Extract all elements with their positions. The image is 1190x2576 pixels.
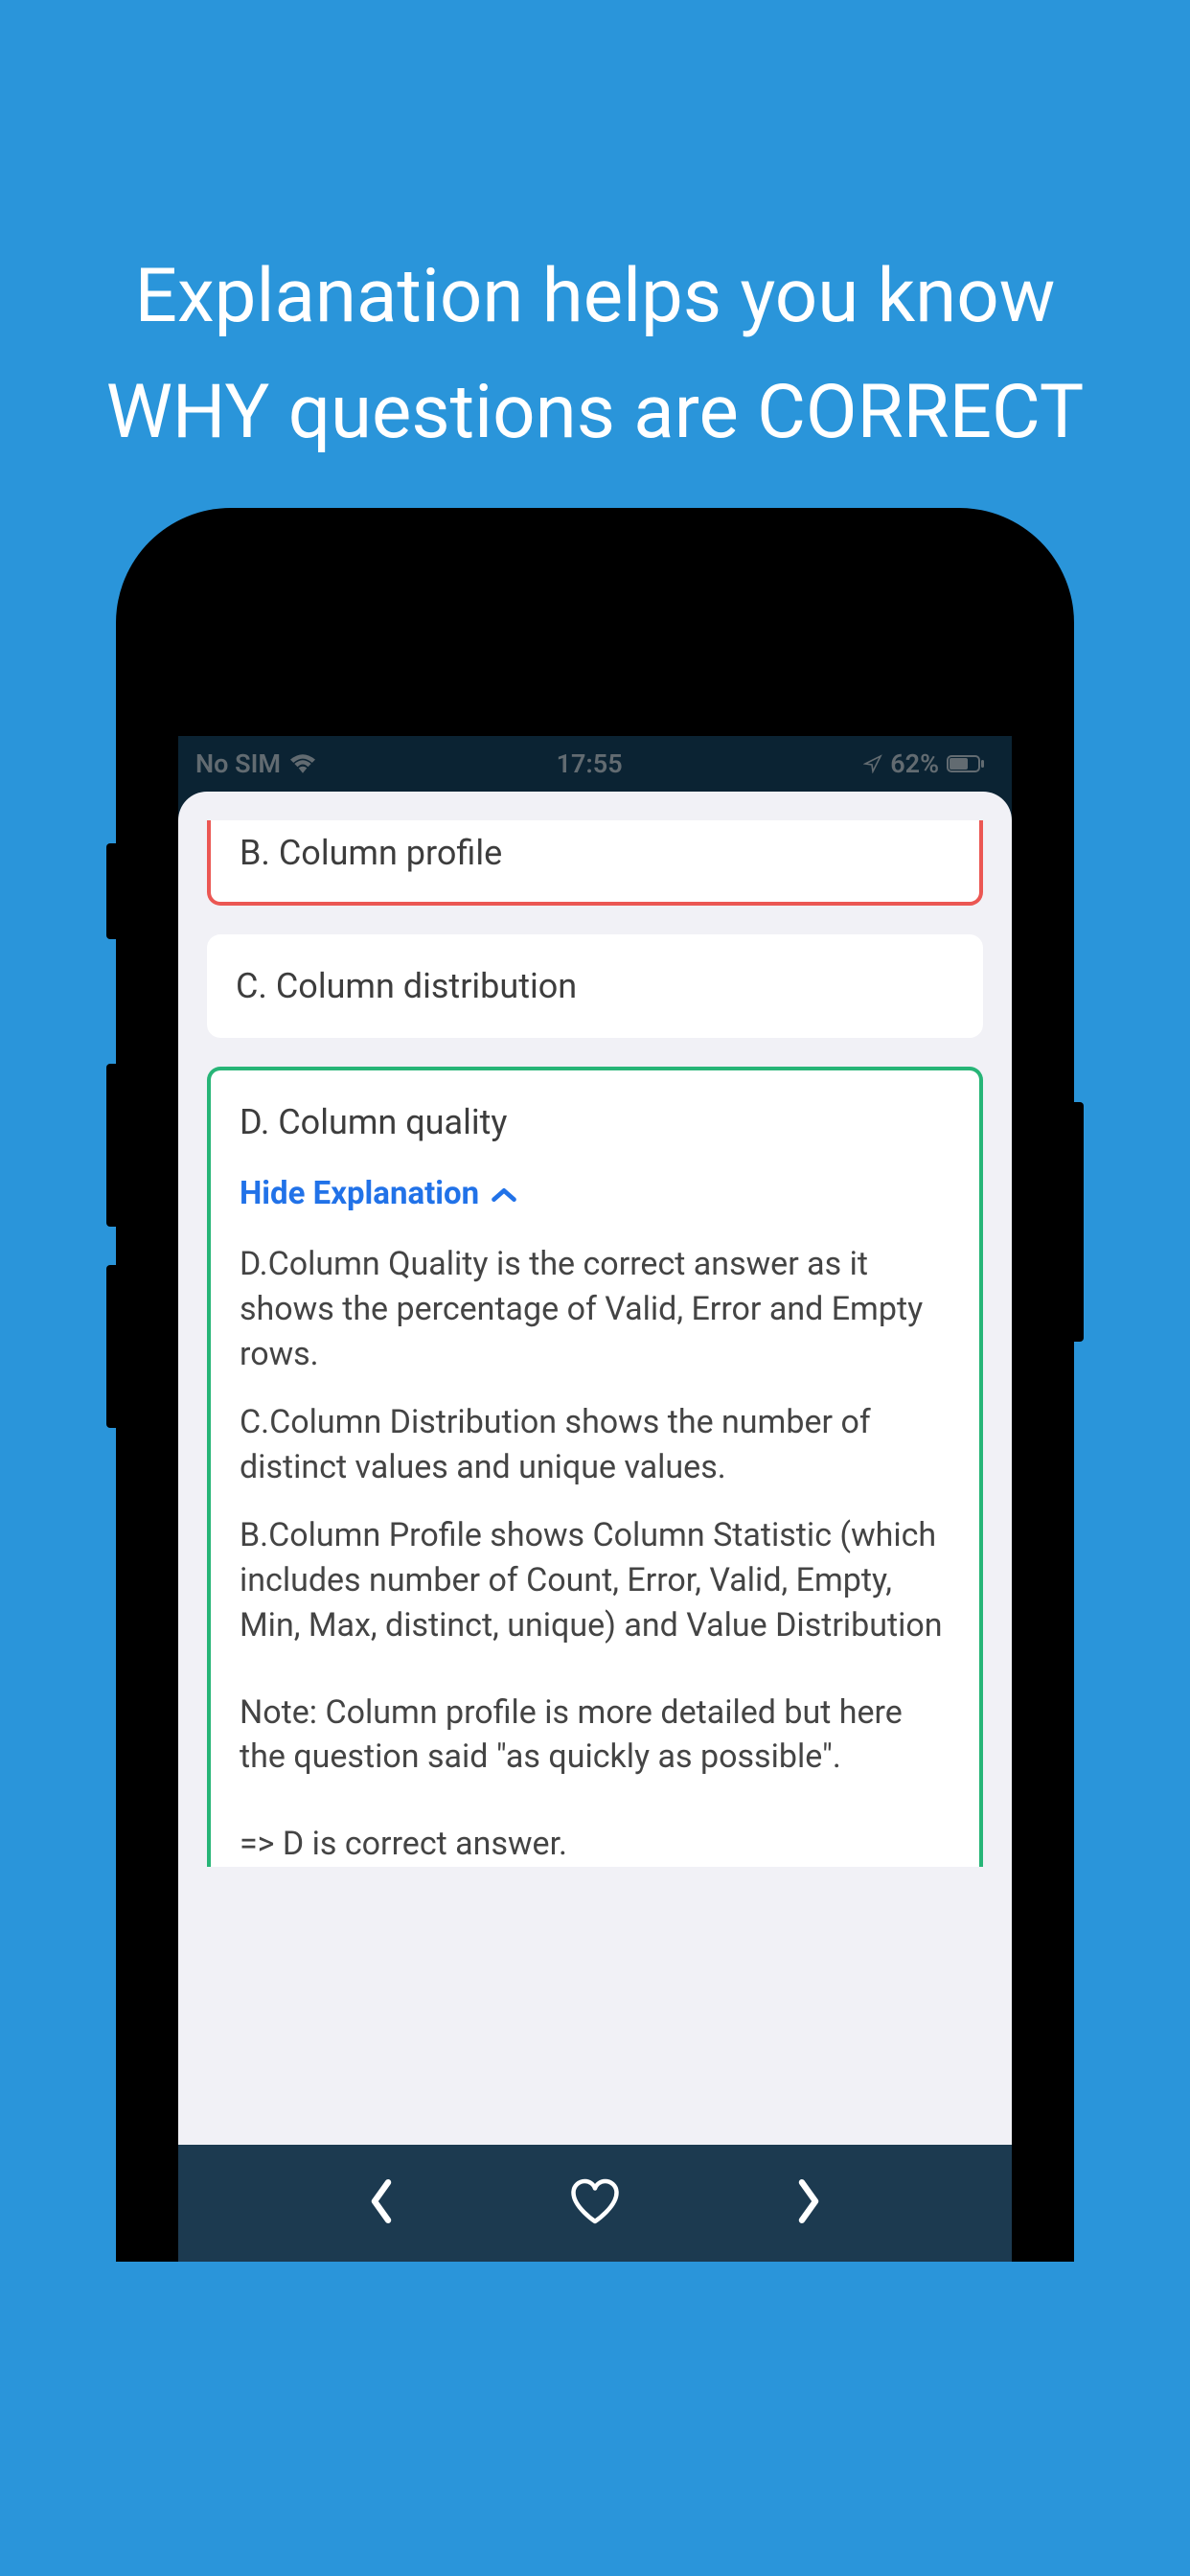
explanation-paragraph: D.Column Quality is the correct answer a… [240,1242,950,1377]
explanation-paragraph: => D is correct answer. [240,1822,950,1867]
toggle-label: Hide Explanation [240,1173,479,1216]
promo-headline: Explanation helps you know WHY questions… [0,240,1190,472]
heart-icon [569,2178,621,2228]
phone-mute-switch [106,843,116,939]
explanation-body: D.Column Quality is the correct answer a… [240,1242,950,1867]
phone-screen: No SIM 17:55 62% [178,736,1012,2262]
battery-icon [947,755,985,772]
answer-option-c[interactable]: C. Column distribution [207,934,983,1039]
question-content: B. Column profile C. Column distribution… [178,792,1012,2145]
chevron-up-icon [491,1173,517,1216]
chevron-right-icon [794,2178,823,2228]
explanation-paragraph: C.Column Distribution shows the number o… [240,1400,950,1490]
status-battery-percent: 62% [890,748,939,779]
prev-button[interactable] [343,2165,420,2242]
status-time: 17:55 [557,748,623,779]
next-button[interactable] [770,2165,847,2242]
option-label: B. Column profile [240,833,502,873]
answer-option-b[interactable]: B. Column profile [207,820,983,906]
phone-frame: No SIM 17:55 62% [116,508,1074,2262]
option-label: D. Column quality [240,1099,950,1173]
chevron-left-icon [367,2178,396,2228]
hide-explanation-toggle[interactable]: Hide Explanation [240,1173,950,1243]
explanation-paragraph: B.Column Profile shows Column Statistic … [240,1513,950,1648]
phone-power-button [1074,1102,1084,1342]
phone-volume-up [106,1064,116,1227]
answer-option-d[interactable]: D. Column quality Hide Explanation D.Col… [207,1067,983,1867]
status-carrier: No SIM [195,748,281,779]
bottom-nav [178,2145,1012,2262]
explanation-paragraph: Note: Column profile is more detailed bu… [240,1690,950,1781]
favorite-button[interactable] [557,2165,633,2242]
option-label: C. Column distribution [236,966,577,1006]
status-bar: No SIM 17:55 62% [178,736,1012,792]
location-icon [863,754,882,773]
phone-volume-down [106,1265,116,1428]
wifi-icon [290,754,315,773]
